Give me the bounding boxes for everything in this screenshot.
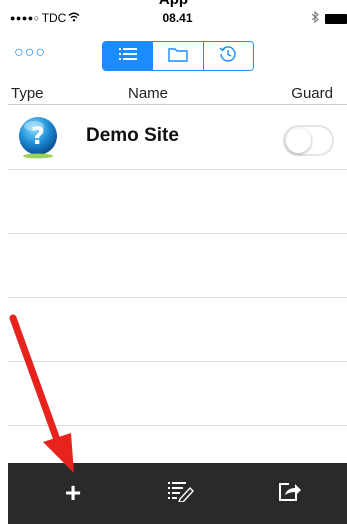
view-segmented-control — [102, 41, 254, 71]
empty-row — [8, 362, 347, 426]
site-row[interactable]: ? Demo Site — [8, 106, 347, 170]
screenshot-frame: App ●●●●○ TDC 08.41 ○○○ — [0, 0, 347, 524]
status-right — [311, 10, 347, 26]
guard-toggle[interactable] — [283, 125, 334, 156]
caption-label: App — [0, 0, 347, 8]
share-button[interactable] — [270, 473, 310, 513]
site-name: Demo Site — [86, 125, 179, 146]
folder-icon — [168, 46, 188, 67]
segment-history[interactable] — [203, 42, 253, 70]
help-question-icon: ? — [16, 115, 60, 159]
more-button[interactable]: ○○○ — [14, 44, 46, 62]
column-headers: Type Name Guard — [8, 83, 347, 105]
empty-row — [8, 170, 347, 234]
clock: 08.41 — [162, 11, 193, 25]
battery-icon — [325, 13, 347, 24]
navigation-bar: ○○○ — [8, 30, 347, 76]
column-name: Name — [128, 85, 169, 102]
bluetooth-icon — [311, 10, 319, 26]
empty-row — [8, 234, 347, 298]
bottom-toolbar: + — [8, 463, 347, 524]
caption-text: App — [0, 0, 347, 8]
status-bar: ●●●●○ TDC 08.41 — [8, 8, 347, 28]
history-icon — [219, 45, 237, 68]
add-site-button[interactable]: + — [53, 473, 93, 513]
segment-list[interactable] — [103, 42, 154, 70]
edit-list-button[interactable] — [161, 473, 201, 513]
list-icon — [118, 47, 137, 66]
segment-folders[interactable] — [153, 42, 204, 70]
share-icon — [278, 480, 302, 507]
column-guard: Guard — [291, 85, 333, 102]
column-type: Type — [11, 85, 44, 102]
svg-text:?: ? — [31, 122, 45, 150]
empty-row — [8, 298, 347, 362]
phone-screen: ●●●●○ TDC 08.41 ○○○ Type Name Guard ? De… — [8, 8, 347, 524]
edit-list-icon — [168, 480, 194, 507]
toggle-knob — [286, 128, 311, 153]
